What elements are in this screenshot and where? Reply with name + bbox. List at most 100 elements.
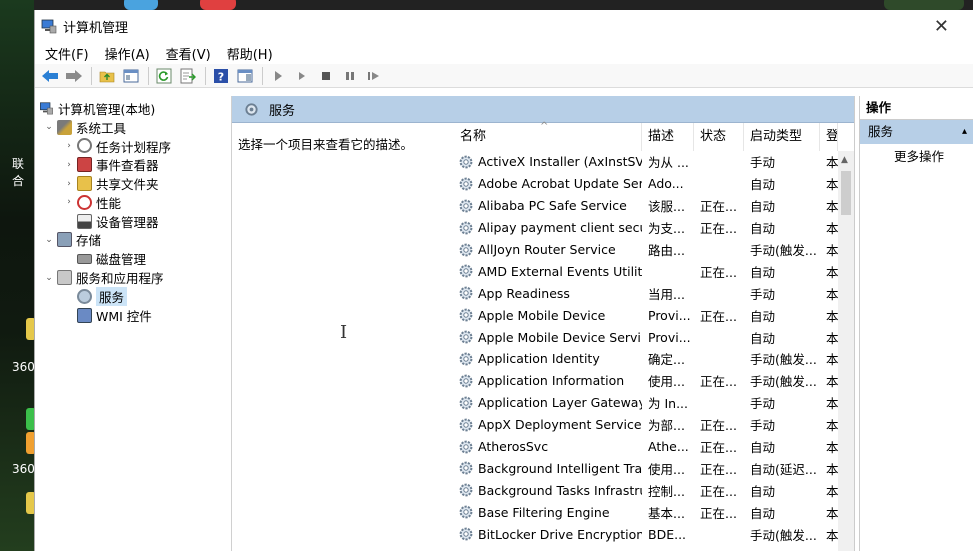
table-row[interactable]: Adobe Acrobat Update Ser... Ado... 自动 本	[454, 173, 854, 195]
menu-help[interactable]: 帮助(H)	[227, 44, 273, 63]
services-apps-icon	[57, 270, 72, 286]
menu-bar: 文件(F) 操作(A) 查看(V) 帮助(H)	[35, 42, 973, 64]
column-header-log-on-as[interactable]: 登	[820, 123, 838, 151]
actions-section-services[interactable]: 服务 ▴	[860, 120, 973, 144]
service-log-on-cell: 本	[826, 440, 838, 456]
table-row[interactable]: Application Identity 确定... 手动(触发... 本	[454, 348, 854, 370]
service-description-cell: BDE...	[648, 526, 687, 542]
table-row[interactable]: ActiveX Installer (AxInstSV) 为从 ... 手动 本	[454, 151, 854, 173]
tree-item-shared-folders[interactable]: › 共享文件夹	[35, 174, 231, 193]
table-row[interactable]: Application Information 使用... 正在... 手动(触发..…	[454, 370, 854, 392]
table-row[interactable]: AMD External Events Utility 正在... 自动 本	[454, 260, 854, 282]
service-startup-type-cell: 自动	[750, 483, 776, 499]
back-arrow-icon[interactable]	[39, 66, 61, 86]
tree-item-disk-management[interactable]: 磁盘管理	[35, 249, 231, 268]
service-log-on-cell: 本	[826, 527, 838, 543]
tree-item-device-manager[interactable]: 设备管理器	[35, 212, 231, 231]
start-service-icon[interactable]	[267, 66, 289, 86]
service-description-cell: 确定...	[648, 352, 685, 368]
scroll-up-icon[interactable]: ▲	[841, 155, 848, 165]
service-gear-icon	[459, 243, 473, 256]
tree-item-label: 共享文件夹	[96, 177, 159, 193]
service-gear-icon	[459, 308, 473, 322]
close-button[interactable]: ✕	[934, 16, 949, 37]
expander-icon[interactable]: ⌄	[43, 122, 55, 132]
service-name-cell: BitLocker Drive Encryption ...	[454, 526, 642, 542]
console-tree: 计算机管理(本地) ⌄ 系统工具 › 任务计划程序 › 事件查看器 › 共享文件…	[35, 96, 232, 551]
desktop-label: 360	[12, 462, 35, 476]
column-header-startup-type[interactable]: 启动类型	[744, 123, 820, 151]
service-log-on-cell: 本	[826, 330, 838, 346]
expander-icon[interactable]: ⌄	[43, 235, 55, 245]
help-icon[interactable]: ?	[210, 66, 232, 86]
tree-root[interactable]: 计算机管理(本地)	[35, 99, 231, 118]
expander-icon[interactable]: ›	[63, 197, 75, 207]
tree-item-performance[interactable]: › 性能	[35, 193, 231, 212]
expander-icon[interactable]: ›	[63, 160, 75, 170]
table-row[interactable]: Base Filtering Engine 基本... 正在... 自动 本	[454, 501, 854, 523]
table-row[interactable]: Alipay payment client secu... 为支... 正在... 自…	[454, 217, 854, 239]
service-name: Background Intelligent Tra...	[478, 460, 642, 476]
table-row[interactable]: Apple Mobile Device Provi... 正在... 自动 本	[454, 304, 854, 326]
table-row[interactable]: AllJoyn Router Service 路由... 手动(触发... 本	[454, 239, 854, 261]
service-status-cell: 正在...	[700, 483, 737, 499]
service-name: Base Filtering Engine	[478, 504, 610, 520]
expander-icon[interactable]: ›	[63, 179, 75, 189]
service-startup-type-cell: 手动	[750, 418, 776, 434]
refresh-icon[interactable]	[153, 66, 175, 86]
up-folder-icon[interactable]	[96, 66, 118, 86]
service-gear-icon	[459, 462, 473, 475]
menu-view[interactable]: 查看(V)	[166, 44, 211, 63]
show-tree-icon[interactable]	[120, 66, 142, 86]
table-row[interactable]: App Readiness 当用... 手动 本	[454, 282, 854, 304]
service-gear-icon	[459, 483, 473, 497]
table-row[interactable]: BitLocker Drive Encryption ... BDE... 手动(触…	[454, 523, 854, 545]
service-name-cell: Base Filtering Engine	[454, 504, 642, 520]
tree-item-system-tools[interactable]: ⌄ 系统工具	[35, 118, 231, 137]
taskbar-icon[interactable]	[200, 0, 236, 10]
tree-item-wmi-control[interactable]: WMI 控件	[35, 306, 231, 325]
more-actions-link[interactable]: 更多操作	[860, 144, 973, 170]
expander-icon[interactable]: ⌄	[43, 273, 55, 283]
forward-arrow-icon[interactable]	[63, 66, 85, 86]
tree-item-event-viewer[interactable]: › 事件查看器	[35, 155, 231, 174]
tree-item-storage[interactable]: ⌄ 存储	[35, 231, 231, 250]
start-service-icon[interactable]	[291, 66, 313, 86]
table-row[interactable]: Apple Mobile Device Servi... Provi... 自动 本	[454, 326, 854, 348]
table-row[interactable]: Background Intelligent Tra... 使用... 正在... 自…	[454, 457, 854, 479]
scrollbar-thumb[interactable]	[841, 171, 851, 215]
column-header-status[interactable]: 状态	[694, 123, 744, 151]
show-action-pane-icon[interactable]	[234, 66, 256, 86]
stop-service-icon[interactable]	[315, 66, 337, 86]
restart-service-icon[interactable]	[363, 66, 385, 86]
table-row[interactable]: AtherosSvc Athe... 正在... 自动 本	[454, 436, 854, 458]
service-startup-type-cell: 手动(触发...	[750, 527, 817, 543]
column-header-description[interactable]: 描述	[642, 123, 694, 151]
table-row[interactable]: Background Tasks Infrastru... 控制... 正在... 自…	[454, 479, 854, 501]
service-description-cell: Athe...	[648, 439, 689, 455]
menu-file[interactable]: 文件(F)	[45, 44, 89, 63]
menu-action[interactable]: 操作(A)	[105, 44, 150, 63]
table-row[interactable]: Alibaba PC Safe Service 该服... 正在... 自动 本	[454, 195, 854, 217]
table-row[interactable]: Application Layer Gateway ... 为 In... 手动 本	[454, 392, 854, 414]
tree-item-services-and-apps[interactable]: ⌄ 服务和应用程序	[35, 268, 231, 287]
taskbar-icon[interactable]	[884, 0, 964, 10]
taskbar-icon[interactable]	[124, 0, 158, 10]
service-name-cell: Application Layer Gateway ...	[454, 395, 642, 411]
service-name: AtherosSvc	[478, 439, 549, 455]
collapse-arrow-icon[interactable]: ▴	[962, 120, 967, 144]
pause-service-icon[interactable]	[339, 66, 361, 86]
service-gear-icon	[459, 396, 473, 410]
expander-icon[interactable]: ›	[63, 141, 75, 151]
service-description-cell: 使用...	[648, 374, 685, 390]
tree-item-services[interactable]: 服务	[35, 286, 231, 306]
storage-icon	[57, 232, 72, 248]
export-list-icon[interactable]	[177, 66, 199, 86]
tree-item-task-scheduler[interactable]: › 任务计划程序	[35, 137, 231, 156]
device-manager-icon	[77, 213, 92, 229]
tree-item-label: 设备管理器	[96, 214, 159, 230]
tree-item-label: 事件查看器	[96, 158, 159, 174]
service-startup-type-cell: 自动	[750, 177, 776, 193]
table-row[interactable]: AppX Deployment Service ... 为部... 正在... 手动 本	[454, 414, 854, 436]
vertical-scrollbar[interactable]: ▲	[838, 151, 854, 551]
